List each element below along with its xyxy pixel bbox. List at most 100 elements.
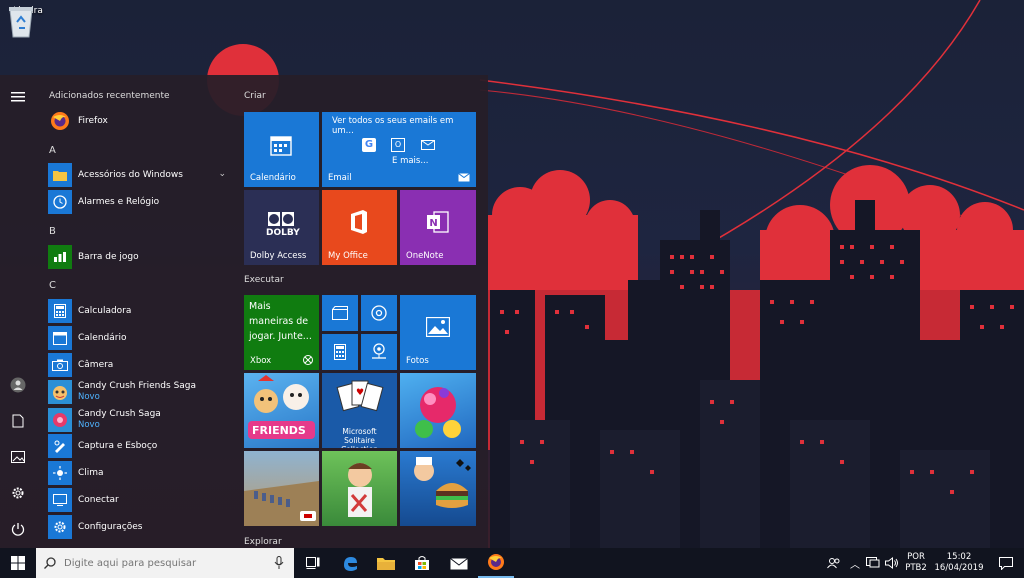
photos-icon — [426, 317, 450, 337]
volume-button[interactable] — [882, 548, 902, 578]
outlook-icon: O — [391, 138, 405, 152]
app-item-weather[interactable]: Clima — [48, 461, 232, 485]
documents-button[interactable] — [8, 411, 28, 431]
tile-my-office[interactable]: My Office — [322, 190, 397, 265]
people-button[interactable] — [822, 548, 846, 578]
network-icon — [866, 557, 880, 568]
app-item-candy-crush[interactable]: Candy Crush Saga Novo — [48, 408, 232, 432]
show-hidden-icons-button[interactable]: ︿ — [846, 548, 864, 578]
clock-button[interactable]: 15:02 16/04/2019 — [930, 548, 988, 578]
email-tile-header: Ver todos os seus emails em um... — [332, 116, 454, 136]
candy-crush-friends-icon — [48, 380, 72, 404]
tile-label: Xbox — [250, 356, 272, 366]
app-item-calculator[interactable]: Calculadora — [48, 299, 232, 323]
tile-calculator[interactable] — [322, 334, 358, 370]
tile-movies-tv[interactable] — [322, 295, 358, 331]
tile-candy-crush-friends[interactable]: FRIENDS — [244, 373, 319, 448]
hamburger-menu-button[interactable] — [8, 87, 28, 107]
app-item-alarms[interactable]: Alarmes e Relógio — [48, 190, 232, 214]
settings-gear-icon — [48, 515, 72, 539]
start-menu: Adicionados recentemente Firefox A Acess… — [0, 75, 488, 548]
tile-groove-music[interactable] — [361, 295, 397, 331]
tile-solitaire[interactable]: ♥ Microsoft Solitaire Collection — [322, 373, 397, 448]
solitaire-tile-label: Microsoft Solitaire Collection — [341, 427, 378, 448]
connect-icon — [48, 488, 72, 512]
app-label: Acessórios do Windows — [78, 169, 183, 180]
alarm-clock-icon — [48, 190, 72, 214]
pictures-button[interactable] — [8, 447, 28, 467]
settings-button[interactable] — [8, 483, 28, 503]
account-button[interactable] — [8, 375, 28, 395]
app-item-connect[interactable]: Conectar — [48, 488, 232, 512]
tile-xbox[interactable]: Mais maneiras de jogar. Junte... Xbox — [244, 295, 319, 370]
group-header-executar[interactable]: Executar — [244, 275, 284, 285]
app-item-candy-crush-friends[interactable]: Candy Crush Friends Saga Novo — [48, 380, 232, 404]
app-item-game-bar[interactable]: Barra de jogo — [48, 245, 232, 269]
calendar-icon — [48, 326, 72, 350]
game-bar-icon — [48, 245, 72, 269]
app-item-camera[interactable]: Câmera — [48, 353, 232, 377]
letter-header-c[interactable]: C — [49, 280, 56, 291]
power-button[interactable] — [8, 519, 28, 539]
taskbar-store[interactable] — [404, 548, 440, 578]
music-disc-icon — [371, 305, 387, 321]
taskbar-file-explorer[interactable] — [368, 548, 404, 578]
clock-time: 15:02 — [946, 552, 972, 562]
folder-icon — [377, 558, 395, 570]
mail-icon — [450, 558, 468, 570]
tile-photos[interactable]: Fotos — [400, 295, 476, 370]
letter-header-a[interactable]: A — [49, 145, 56, 156]
film-icon — [332, 306, 348, 320]
app-item-calendar[interactable]: Calendário — [48, 326, 232, 350]
burger-chef-art-icon — [414, 457, 471, 508]
taskbar-firefox[interactable] — [478, 548, 514, 578]
firefox-icon — [488, 554, 504, 570]
input-language-button[interactable]: POR PTB2 — [902, 548, 930, 578]
google-icon: G — [362, 138, 376, 152]
taskbar-mail[interactable] — [440, 548, 478, 578]
search-input[interactable] — [64, 557, 264, 569]
tile-gardenscapes[interactable] — [322, 451, 397, 526]
tile-onenote[interactable]: N OneNote — [400, 190, 476, 265]
xbox-logo-icon — [303, 355, 313, 365]
chevron-down-icon[interactable]: ⌄ — [218, 169, 226, 179]
weather-icon — [48, 461, 72, 485]
tile-label: Calendário — [250, 173, 296, 183]
taskbar-edge[interactable] — [332, 548, 368, 578]
tiles-panel: Criar Calendário Ver todos os seus email… — [244, 75, 484, 548]
tile-calendar[interactable]: Calendário — [244, 112, 319, 187]
map-pin-icon — [372, 343, 386, 359]
envelope-icon — [421, 140, 435, 150]
app-item-windows-accessories[interactable]: Acessórios do Windows ⌄ — [48, 163, 232, 187]
group-header-explorar[interactable]: Explorar — [244, 537, 282, 547]
task-view-button[interactable] — [294, 548, 332, 578]
office-icon — [351, 210, 367, 234]
letter-header-b[interactable]: B — [49, 226, 56, 237]
onenote-icon: N — [427, 211, 449, 233]
language-code: POR — [907, 552, 925, 562]
email-more: E mais... — [392, 156, 429, 166]
app-item-firefox[interactable]: Firefox — [48, 109, 232, 133]
tile-strategy-game[interactable] — [244, 451, 319, 526]
app-label: Barra de jogo — [78, 251, 139, 262]
friends-tile-text: FRIENDS — [252, 424, 306, 437]
tile-email[interactable]: Ver todos os seus emails em um... G O E … — [322, 112, 476, 187]
network-button[interactable] — [864, 548, 882, 578]
microphone-icon[interactable] — [274, 556, 284, 570]
action-center-button[interactable] — [988, 548, 1024, 578]
app-label: Clima — [78, 467, 104, 478]
group-header-criar[interactable]: Criar — [244, 91, 266, 101]
search-box[interactable] — [36, 548, 294, 578]
tile-dolby-access[interactable]: DOLBY Dolby Access — [244, 190, 319, 265]
app-item-snip-sketch[interactable]: Captura e Esboço — [48, 434, 232, 458]
tile-cooking-fever[interactable] — [400, 451, 476, 526]
new-badge: Novo — [78, 420, 100, 430]
start-button[interactable] — [0, 548, 36, 578]
tile-maps[interactable] — [361, 334, 397, 370]
hamburger-icon — [11, 92, 25, 102]
tile-candy-crush[interactable] — [400, 373, 476, 448]
tile-label: Dolby Access — [250, 251, 307, 261]
recycle-bin[interactable]: Lixeira — [6, 4, 50, 38]
app-item-settings[interactable]: Configurações — [48, 515, 232, 539]
calendar-icon — [270, 136, 292, 156]
